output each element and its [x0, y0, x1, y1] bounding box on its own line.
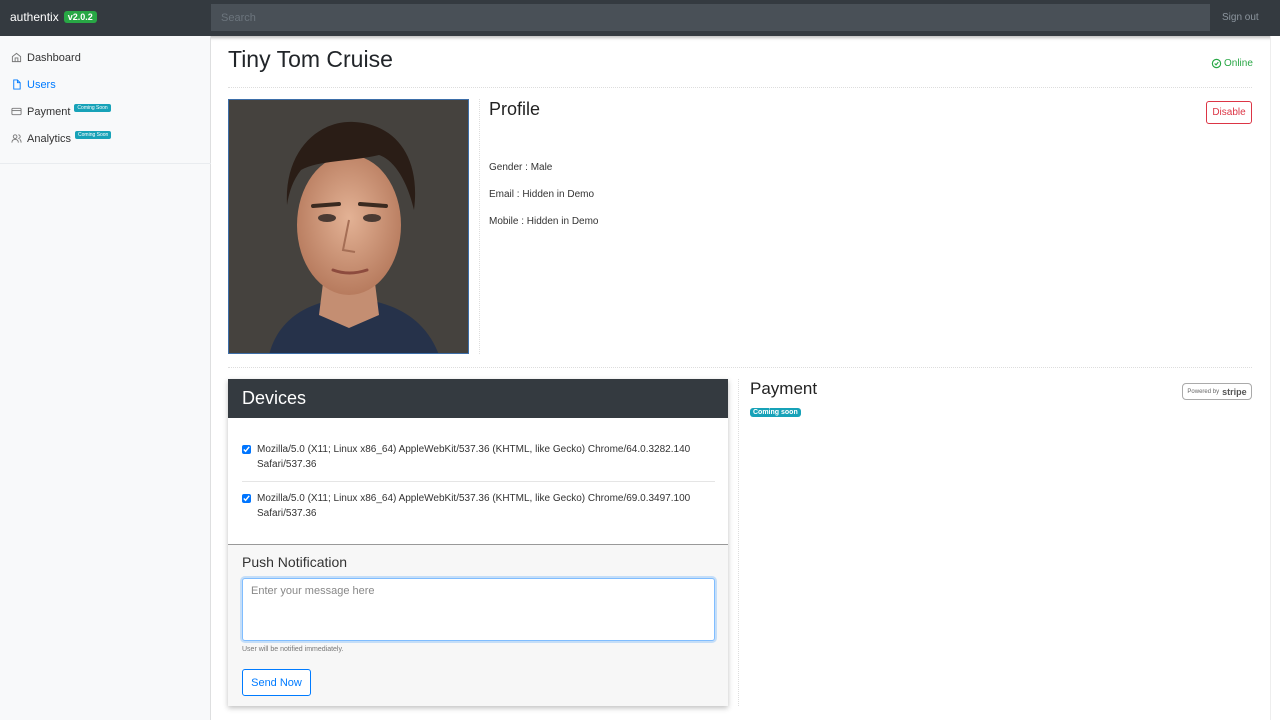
- sign-out-link[interactable]: Sign out: [1222, 12, 1259, 23]
- powered-by-stripe-badge[interactable]: Powered by stripe: [1182, 383, 1252, 400]
- portrait-image: [229, 100, 468, 353]
- powered-by-label: Powered by: [1187, 388, 1220, 395]
- brand[interactable]: authentix v2.0.2: [10, 10, 97, 24]
- home-icon: [11, 52, 22, 63]
- sidebar-item-dashboard[interactable]: Dashboard: [0, 44, 211, 71]
- help-text: User will be notified immediately.: [242, 646, 344, 653]
- sidebar: Dashboard Users Payment Coming Soon Anal…: [0, 36, 211, 720]
- push-notification-panel: Push Notification User will be notified …: [228, 544, 728, 706]
- divider: [479, 99, 480, 354]
- device-item: Mozilla/5.0 (X11; Linux x86_64) AppleWeb…: [242, 442, 715, 472]
- divider: [228, 87, 1252, 88]
- sidebar-item-label: Dashboard: [27, 51, 81, 64]
- profile-title: Profile: [489, 99, 541, 119]
- stripe-logo: stripe: [1222, 386, 1247, 397]
- divider: [738, 379, 739, 706]
- disable-button[interactable]: Disable: [1206, 101, 1252, 124]
- devices-card: Devices Mozilla/5.0 (X11; Linux x86_64) …: [228, 379, 728, 706]
- scrollbar[interactable]: [1270, 36, 1280, 720]
- email-field: Email : Hidden in Demo: [489, 189, 595, 200]
- sidebar-nav: Dashboard Users Payment Coming Soon Anal…: [0, 44, 211, 164]
- coming-soon-badge: Coming soon: [750, 408, 801, 417]
- devices-title: Devices: [228, 379, 728, 418]
- page-title: Tiny Tom Cruise: [228, 46, 393, 72]
- credit-card-icon: [11, 107, 22, 116]
- divider: [228, 367, 1252, 368]
- device-user-agent: Mozilla/5.0 (X11; Linux x86_64) AppleWeb…: [257, 444, 691, 470]
- gender-field: Gender : Male: [489, 162, 553, 173]
- sidebar-item-label: Users: [27, 78, 56, 91]
- search-input[interactable]: [211, 4, 1210, 31]
- brand-name: authentix: [10, 10, 59, 24]
- device-item: Mozilla/5.0 (X11; Linux x86_64) AppleWeb…: [242, 491, 715, 521]
- mobile-field: Mobile : Hidden in Demo: [489, 216, 599, 227]
- users-icon: [11, 134, 22, 143]
- file-icon: [13, 79, 21, 90]
- coming-soon-badge: Coming Soon: [74, 104, 111, 112]
- device-user-agent: Mozilla/5.0 (X11; Linux x86_64) AppleWeb…: [257, 493, 691, 519]
- status-text: Online: [1224, 58, 1253, 69]
- status-badge: Online: [1211, 58, 1253, 69]
- sidebar-item-label: Payment: [27, 105, 71, 118]
- avatar: [228, 99, 469, 354]
- divider: [242, 481, 715, 482]
- version-badge: v2.0.2: [63, 11, 97, 23]
- push-notification-title: Push Notification: [242, 554, 348, 570]
- sidebar-item-users[interactable]: Users: [0, 71, 211, 98]
- check-circle-icon: [1211, 58, 1222, 69]
- sidebar-item-analytics[interactable]: Analytics Coming Soon: [0, 125, 211, 152]
- message-input[interactable]: [242, 578, 715, 641]
- sidebar-item-label: Analytics: [27, 132, 72, 145]
- top-navbar: authentix v2.0.2 Sign out: [0, 0, 1280, 36]
- send-now-button[interactable]: Send Now: [242, 669, 311, 696]
- payment-title: Payment: [750, 379, 818, 398]
- sidebar-item-payment[interactable]: Payment Coming Soon: [0, 98, 211, 125]
- device-checkbox[interactable]: [242, 494, 251, 503]
- coming-soon-badge: Coming Soon: [75, 131, 112, 139]
- device-checkbox[interactable]: [242, 445, 251, 454]
